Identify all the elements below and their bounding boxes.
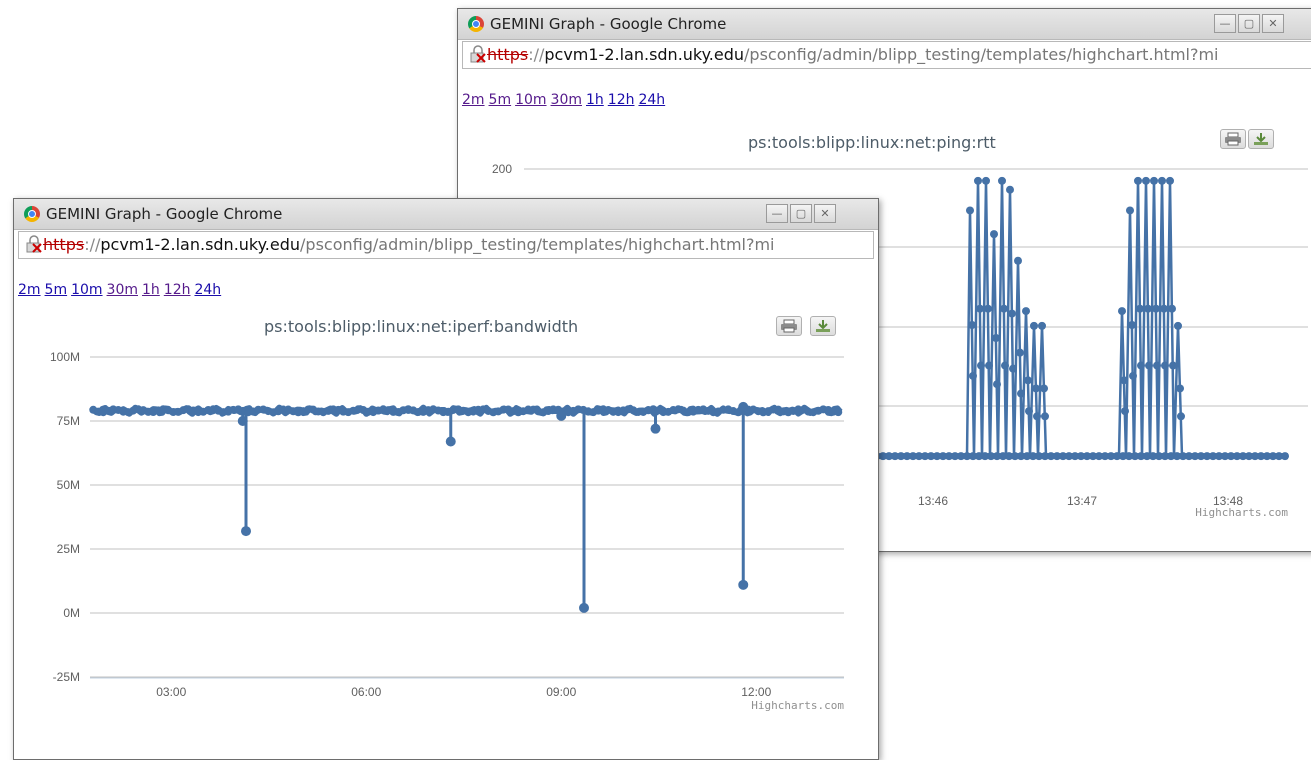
y-tick-label: 0M [63, 606, 80, 620]
y-tick-label: 50M [57, 478, 80, 492]
y-tick-label: 100M [50, 350, 80, 364]
series-rtt [878, 176, 1289, 461]
x-tick-label: 13:46 [918, 494, 948, 508]
credits-link[interactable]: Highcharts.com [751, 699, 844, 712]
series-bandwidth [89, 401, 843, 613]
x-tick-label: 03:00 [156, 685, 186, 699]
dip-point [650, 423, 661, 434]
y-tick-label: 25M [57, 542, 80, 556]
dip-point [579, 602, 589, 613]
dip-point [445, 436, 456, 447]
front-browser-window[interactable]: GEMINI Graph - Google Chrome — ▢ ✕ https… [13, 198, 879, 760]
y-tick-label: -25M [53, 670, 80, 684]
y-tick-label: 200 [492, 162, 512, 176]
y-tick-label: 75M [57, 414, 80, 428]
burst-line [1117, 180, 1184, 457]
x-tick-label: 09:00 [546, 685, 576, 699]
dip-point [556, 410, 567, 421]
dip-point [738, 579, 749, 590]
x-tick-label: 13:47 [1067, 494, 1097, 508]
dip-point [241, 526, 251, 537]
x-tick-label: 06:00 [351, 685, 381, 699]
data-point [1281, 452, 1289, 461]
credits-link[interactable]: Highcharts.com [1195, 506, 1288, 519]
data-point [834, 408, 843, 417]
bandwidth-chart: 100M 75M 50M 25M 0M -25M 03:00 06:00 09:00 12:00H… [50, 350, 844, 712]
data-point [738, 401, 749, 412]
x-tick-label: 12:00 [741, 685, 771, 699]
